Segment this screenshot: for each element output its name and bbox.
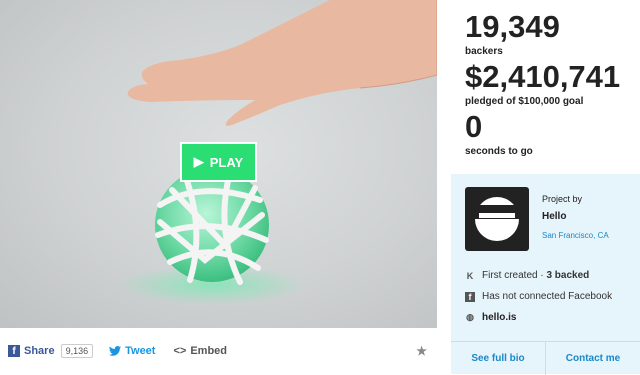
facebook-share-button[interactable]: f Share [8,345,55,357]
facebook-icon: f [8,345,20,357]
seconds-count: 0 [465,109,483,144]
play-icon: ▶ [193,154,204,169]
pledged-amount: $2,410,741 [465,59,621,94]
share-count: 9,136 [60,344,94,358]
kickstarter-icon: K [466,270,474,281]
facebook-icon: f [465,291,475,302]
creator-location[interactable]: San Francisco, CA [542,231,609,240]
tweet-button[interactable]: Tweet [109,345,155,357]
globe-icon: ◍ [466,312,474,322]
backers-count: 19,349 [465,9,560,44]
creator-actions: See full bio Contact me [451,341,640,375]
created-row: K First created · 3 backed [466,270,590,281]
hello-logo-icon [475,197,519,241]
pledged-label: pledged of $100,000 goal [465,96,584,107]
creator-name[interactable]: Hello [542,211,566,222]
project-by-label: Project by [542,194,583,204]
code-icon: <> [173,345,187,357]
creator-avatar[interactable] [465,187,529,251]
play-button[interactable]: ▶ PLAY [180,142,257,182]
embed-button[interactable]: <> Embed [173,345,227,357]
facebook-row: f Has not connected Facebook [465,291,612,302]
star-icon[interactable]: ★ [416,344,427,358]
share-bar: f Share 9,136 Tweet <> Embed ★ [0,328,437,374]
website-row[interactable]: ◍ hello.is [465,312,516,323]
twitter-bird-icon [109,346,122,356]
backers-label: backers [465,46,503,57]
contact-me-button[interactable]: Contact me [545,342,640,375]
see-full-bio-button[interactable]: See full bio [451,342,545,375]
seconds-label: seconds to go [465,146,533,157]
video-player[interactable]: ▶ PLAY [0,0,437,328]
